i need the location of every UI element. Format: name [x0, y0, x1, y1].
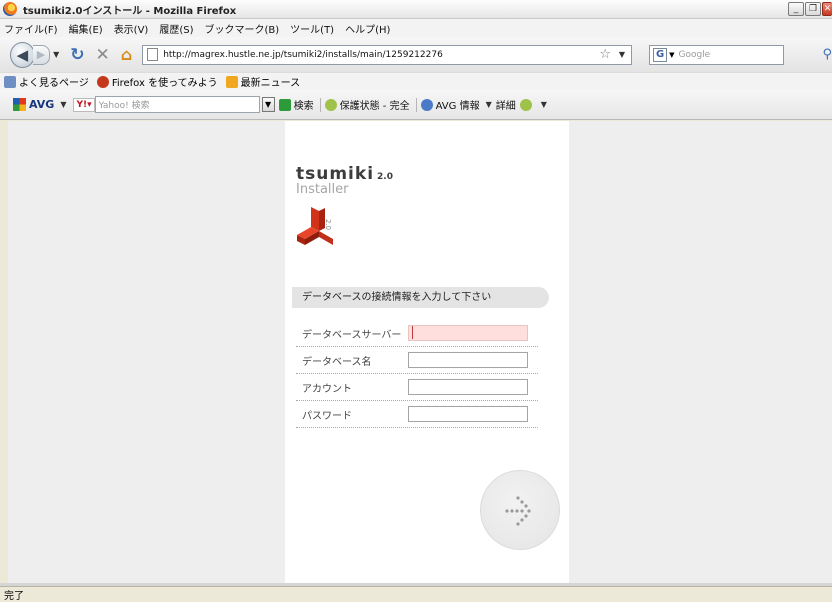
restore-button[interactable]: ❐: [805, 2, 821, 16]
forward-button[interactable]: ▶: [32, 44, 51, 65]
avg-details-button[interactable]: 詳細: [496, 97, 516, 112]
db-name-label: データベース名: [302, 356, 372, 368]
db-server-input[interactable]: [408, 325, 528, 341]
details-label: 詳細: [495, 101, 516, 112]
avg-info-button[interactable]: AVG 情報 ▼: [420, 97, 492, 112]
engine-dropdown-icon[interactable]: ▼: [669, 51, 674, 59]
avg-info-dropdown-icon: ▼: [485, 100, 492, 109]
window-controls: _ ❐ ✕: [788, 2, 832, 16]
window-title: tsumiki2.0インストール - Mozilla Firefox: [23, 5, 237, 17]
form-row-db-name: データベース名: [296, 347, 538, 374]
navigation-toolbar: ◀ ▶ ▼ ↻ ✕ ⌂ http://magrex.hustle.ne.jp/t…: [0, 37, 832, 72]
menu-bookmarks[interactable]: ブックマーク(B): [205, 21, 280, 36]
url-dropdown-icon[interactable]: ▼: [619, 50, 625, 59]
firefox-icon: [3, 2, 17, 16]
page-icon: [147, 48, 159, 61]
go-arrow-icon: [278, 98, 291, 111]
search-box[interactable]: G ▼ Google: [649, 44, 785, 65]
account-label: アカウント: [302, 383, 352, 395]
avg-logo-label: AVG: [29, 98, 55, 111]
menu-history[interactable]: 履歴(S): [159, 21, 193, 36]
magnifier-icon[interactable]: ⚲: [822, 47, 832, 62]
form-row-account: アカウント: [296, 374, 538, 401]
history-dropdown-icon[interactable]: ▼: [53, 50, 59, 59]
page-content: tsumiki 2.0 Installer 2.0 データベースの接続情報を入力し…: [8, 121, 832, 583]
form-row-db-server: データベースサーバー: [296, 320, 538, 347]
next-button[interactable]: [480, 470, 560, 550]
brand-name: tsumiki: [296, 164, 375, 184]
bookmark-latest-news[interactable]: 最新ニュース: [225, 74, 301, 89]
menu-help[interactable]: ヘルプ(H): [345, 21, 390, 36]
avg-info-label: AVG 情報: [435, 101, 480, 112]
account-input[interactable]: [408, 379, 528, 395]
yahoo-engine-button[interactable]: Y!▾: [73, 97, 95, 112]
bookmark-star-icon[interactable]: ☆: [599, 47, 611, 62]
window-title-bar: tsumiki2.0インストール - Mozilla Firefox _ ❐ ✕: [0, 0, 832, 19]
protection-status-label: 保護状態 - 完全: [339, 101, 410, 112]
section-title: データベースの接続情報を入力して下さい: [292, 287, 549, 308]
forward-arrow-icon: ▶: [36, 47, 46, 61]
address-url[interactable]: http://magrex.hustle.ne.jp/tsumiki2/inst…: [163, 50, 443, 60]
reload-icon[interactable]: ↻: [70, 45, 84, 65]
bookmark-label: 最新ニュース: [240, 78, 301, 89]
db-connection-form: データベースサーバー データベース名 アカウント パスワード: [296, 320, 538, 428]
google-engine-icon[interactable]: G: [653, 47, 668, 62]
avg-toolbar: AVG ▼ Y!▾ Yahoo! 検索 ▼ 検索 保護状態 - 完全 AVG 情…: [0, 90, 832, 120]
avg-extra-dropdown-icon: ▼: [540, 100, 547, 109]
yahoo-search-dropdown[interactable]: ▼: [261, 97, 275, 112]
search-placeholder[interactable]: Google: [678, 50, 710, 60]
home-icon[interactable]: ⌂: [121, 45, 132, 64]
menu-tools[interactable]: ツール(T): [290, 21, 334, 36]
yahoo-search-input[interactable]: Yahoo! 検索: [94, 96, 260, 113]
text-cursor: [412, 326, 413, 339]
status-bar: 完了: [0, 586, 832, 602]
toolbar-separator: [415, 97, 417, 112]
status-text: 完了: [4, 591, 24, 602]
installer-panel: tsumiki 2.0 Installer 2.0 データベースの接続情報を入力し…: [285, 121, 569, 583]
back-button[interactable]: ◀: [10, 41, 35, 68]
avg-logo-icon: [13, 98, 26, 111]
address-bar[interactable]: http://magrex.hustle.ne.jp/tsumiki2/inst…: [142, 44, 633, 65]
avg-dropdown-icon[interactable]: ▼: [60, 100, 66, 109]
password-label: パスワード: [302, 410, 352, 422]
firefox-bookmark-icon: [96, 75, 109, 88]
bookmark-label: よく見るページ: [19, 78, 89, 89]
bookmark-label: Firefox を使ってみよう: [111, 78, 218, 89]
close-button[interactable]: ✕: [822, 2, 832, 16]
bookmark-getting-started[interactable]: Firefox を使ってみよう: [96, 74, 218, 89]
avg-info-icon: [420, 98, 433, 111]
next-arrow-icon: [505, 496, 531, 526]
menu-file[interactable]: ファイル(F): [4, 21, 58, 36]
menu-edit[interactable]: 編集(E): [69, 21, 103, 36]
stop-icon[interactable]: ✕: [95, 45, 109, 65]
logo-version: 2.0: [324, 219, 332, 230]
brand-subtitle: Installer: [296, 182, 349, 197]
bookmarks-toolbar: よく見るページ Firefox を使ってみよう 最新ニュース: [0, 72, 832, 90]
tsumiki-logo-icon: 2.0: [297, 207, 333, 245]
avg-extra-button[interactable]: ▼: [519, 98, 547, 111]
menu-bar: ファイル(F) 編集(E) 表示(V) 履歴(S) ブックマーク(B) ツール(…: [0, 19, 832, 37]
minimize-button[interactable]: _: [788, 2, 804, 16]
avg-search-button[interactable]: 検索: [278, 97, 314, 112]
avg-extra-icon: [519, 98, 532, 111]
bookmark-most-visited[interactable]: よく見るページ: [4, 74, 89, 89]
db-name-input[interactable]: [408, 352, 528, 368]
db-server-label: データベースサーバー: [302, 329, 402, 341]
shield-icon: [324, 98, 337, 111]
menu-view[interactable]: 表示(V): [114, 21, 149, 36]
avg-search-label: 検索: [293, 101, 314, 112]
yahoo-search-placeholder: Yahoo! 検索: [98, 101, 150, 111]
toolbar-separator: [319, 97, 321, 112]
folder-icon: [4, 75, 16, 88]
brand-version: 2.0: [377, 172, 393, 182]
avg-logo[interactable]: AVG: [13, 98, 54, 111]
rss-icon: [225, 75, 238, 88]
password-input[interactable]: [408, 406, 528, 422]
avg-protection-status[interactable]: 保護状態 - 完全: [324, 97, 410, 112]
installer-brand: tsumiki 2.0 Installer: [296, 164, 393, 197]
yahoo-logo: Y!: [76, 99, 88, 110]
back-arrow-icon: ◀: [16, 45, 29, 64]
form-row-password: パスワード: [296, 401, 538, 428]
